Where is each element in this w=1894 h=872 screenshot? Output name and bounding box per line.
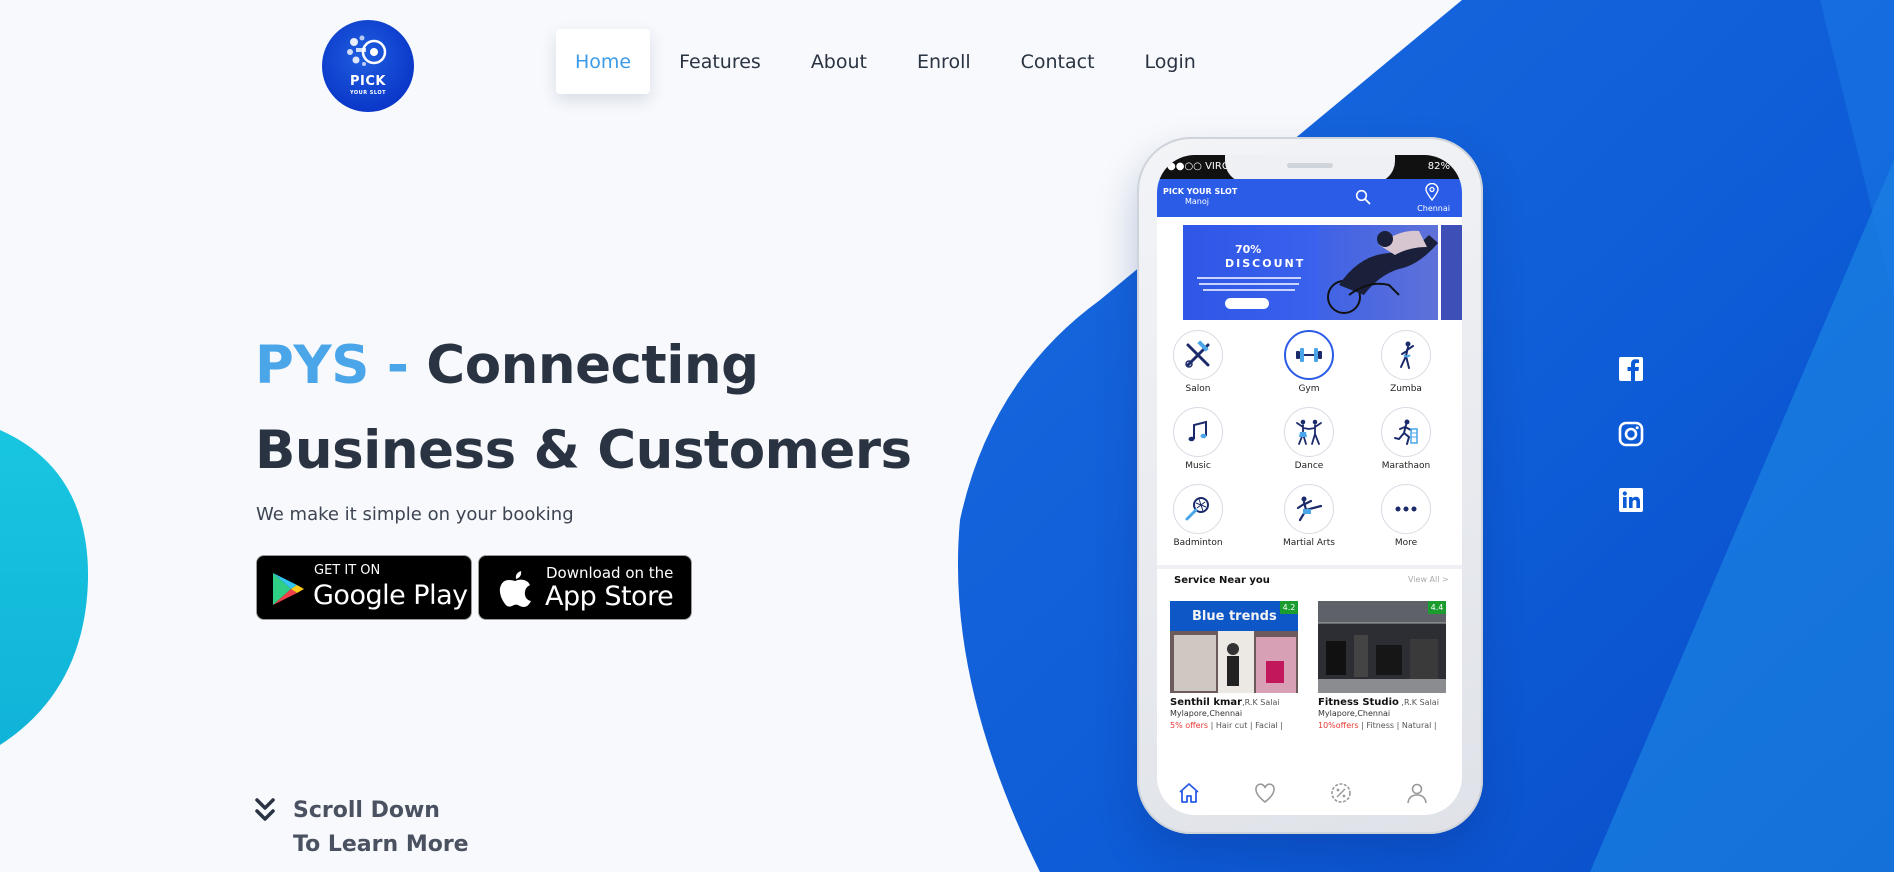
google-play-big-text: Google Play [313,580,468,611]
hero-title: PYS - Connecting Business & Customers [255,323,912,493]
card-street: ,R.K Salai [1398,698,1439,707]
nav-about[interactable]: About [786,29,892,94]
hero-title-accent: PYS - [255,335,427,396]
card-area: Mylapore,Chennai [1170,709,1243,718]
battery-text: 82% [1427,161,1450,172]
nav-login[interactable]: Login [1120,29,1221,94]
nav-enroll[interactable]: Enroll [892,29,996,94]
banner-fine-print [1197,277,1301,291]
app-store-small-text: Download on the [546,564,674,582]
category-badminton[interactable]: Badminton [1163,484,1233,548]
view-all-link[interactable]: View All > [1408,575,1449,584]
more-icon [1395,506,1417,512]
category-label: Martial Arts [1283,538,1335,548]
nav-contact[interactable]: Contact [996,29,1120,94]
category-label: Music [1185,461,1211,471]
category-label: Gym [1298,384,1320,394]
app-header: PICK YOUR SLOT Manoj Chennai [1157,179,1462,217]
banner-discount: DISCOUNT [1225,257,1306,270]
service-card[interactable]: 4.4 Fitness Studio ,R.K Salai Mylapore,C… [1318,601,1446,730]
google-play-icon [273,573,304,605]
zumba-icon [1400,341,1414,369]
category-more[interactable]: More [1371,484,1441,548]
phone-screen: ●●○○ VIRGIN 82% PICK YOUR SLOT Manoj Che… [1157,155,1462,815]
marathon-icon [1394,419,1418,445]
hero-title-line2: Business & Customers [255,420,912,481]
app-tab-bar [1157,775,1462,815]
category-label: Badminton [1173,538,1223,548]
gym-photo [1318,601,1446,693]
scroll-text-line1: Scroll Down [293,798,440,823]
top-navigation: Home Features About Enroll Contact Login [556,29,1221,94]
service-card[interactable]: Blue trends 4.2 Senthil kmar,R.K Salai M… [1170,601,1298,730]
category-salon[interactable]: Salon [1163,330,1233,394]
dance-icon [1296,419,1322,445]
profile-tab-icon[interactable] [1405,781,1429,805]
category-label: Zumba [1390,384,1422,394]
app-store-big-text: App Store [545,581,674,612]
brand-logo[interactable]: PICK YOUR SLOT [322,20,414,112]
google-play-small-text: GET IT ON [314,563,381,578]
card-area: Mylapore,Chennai [1318,709,1391,718]
salon-icon [1185,340,1210,368]
category-music[interactable]: Music [1163,407,1233,471]
nav-features[interactable]: Features [654,29,786,94]
app-location: Chennai [1417,204,1450,213]
double-chevron-down-icon [255,798,275,821]
card-name: Senthil kmar [1170,697,1243,708]
discount-banner[interactable]: 70% DISCOUNT [1183,225,1438,320]
category-label: Salon [1185,384,1211,394]
offers-tab-icon[interactable] [1329,781,1353,805]
service-near-title: Service Near you [1174,575,1270,586]
app-user: Manoj [1185,197,1209,206]
category-label: Dance [1294,461,1324,471]
apple-icon [499,571,531,607]
category-dance[interactable]: Dance [1274,407,1344,471]
logo-text: PICK [350,74,386,89]
logo-mark-icon [347,35,387,66]
facebook-icon[interactable] [1618,356,1644,382]
linkedin-icon[interactable] [1618,487,1644,513]
logo-subtext: YOUR SLOT [349,90,387,96]
hero-title-line1: Connecting [426,335,759,396]
card-street: ,R.K Salai [1242,698,1280,707]
rating-badge: 4.2 [1280,601,1298,614]
category-gym[interactable]: Gym [1274,330,1344,394]
card-name: Fitness Studio [1318,697,1399,708]
app-title: PICK YOUR SLOT [1163,187,1238,196]
instagram-icon[interactable] [1618,421,1644,447]
hero-subtitle: We make it simple on your booking [256,504,574,525]
favorites-tab-icon[interactable] [1253,781,1277,805]
svg-text:Blue trends: Blue trends [1192,609,1277,624]
card-services: | Hair cut | Facial | [1208,721,1283,730]
card-offer: 10%offers [1318,721,1359,730]
scroll-down-link[interactable]: Scroll Down To Learn More [255,798,469,862]
rating-badge: 4.4 [1428,601,1446,614]
app-store-button[interactable]: Download on the App Store [478,555,692,620]
banner-percent: 70% [1235,243,1262,256]
scroll-text-line2: To Learn More [293,832,469,857]
badminton-icon [1185,497,1209,521]
dumbbell-icon [1296,348,1322,362]
salon-photo: Blue trends [1170,601,1298,693]
location-pin-icon[interactable] [1425,183,1439,201]
card-services: | Fitness | Natural | [1358,721,1437,730]
next-banner-peek [1441,225,1462,320]
section-divider [1157,565,1462,569]
home-tab-icon[interactable] [1177,781,1201,805]
category-label: Marathaon [1381,461,1431,471]
category-marathon[interactable]: Marathaon [1371,407,1441,471]
music-icon [1188,420,1207,442]
banner-read-more-button[interactable] [1225,298,1269,309]
category-martial-arts[interactable]: Martial Arts [1274,484,1344,548]
search-icon[interactable] [1355,189,1371,205]
phone-mockup: ●●○○ VIRGIN 82% PICK YOUR SLOT Manoj Che… [1137,137,1483,834]
category-label: More [1394,538,1418,548]
card-offer: 5% offers [1170,721,1209,730]
category-zumba[interactable]: Zumba [1371,330,1441,394]
martial-arts-icon [1296,496,1323,522]
google-play-button[interactable]: GET IT ON Google Play [256,555,472,620]
cyclist-image [1319,225,1438,320]
nav-home[interactable]: Home [556,29,651,94]
